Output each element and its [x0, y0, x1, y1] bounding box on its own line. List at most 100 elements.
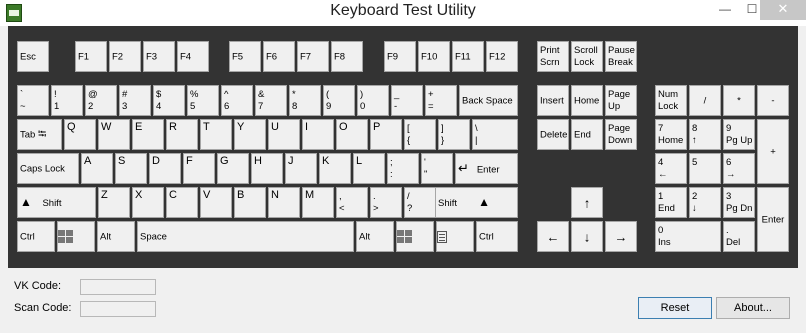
key-9[interactable]: (9	[323, 85, 355, 116]
key-caps-lock[interactable]: Caps Lock	[17, 153, 79, 184]
key-space[interactable]: Space	[137, 221, 354, 252]
key-num-1[interactable]: 1 End	[655, 187, 687, 218]
key-f6[interactable]: F6	[263, 41, 295, 72]
key-up-arrow[interactable]: ↑	[571, 187, 603, 218]
key-num-4[interactable]: 4 ←	[655, 153, 687, 184]
key-backslash[interactable]: \ |	[472, 119, 518, 150]
key-num-0[interactable]: 0 Ins	[655, 221, 721, 252]
key-f9[interactable]: F9	[384, 41, 416, 72]
key-f2[interactable]: F2	[109, 41, 141, 72]
key-right-ctrl[interactable]: Ctrl	[476, 221, 518, 252]
key-esc[interactable]: Esc	[17, 41, 49, 72]
key-g[interactable]: G	[217, 153, 249, 184]
key-p[interactable]: P	[370, 119, 402, 150]
key-right-alt[interactable]: Alt	[356, 221, 394, 252]
key-period[interactable]: . >	[370, 187, 402, 218]
key-num-multiply[interactable]: *	[723, 85, 755, 116]
key-num-enter[interactable]: Enter	[757, 187, 789, 252]
key-5[interactable]: % 5	[187, 85, 219, 116]
key-insert[interactable]: Insert	[537, 85, 569, 116]
key-f10[interactable]: F10	[418, 41, 450, 72]
key-h[interactable]: H	[251, 153, 283, 184]
key-w[interactable]: W	[98, 119, 130, 150]
key-1[interactable]: ! 1	[51, 85, 83, 116]
key-down-arrow[interactable]: ↓	[571, 221, 603, 252]
key-right-arrow[interactable]: →	[605, 221, 637, 252]
key-num-plus[interactable]: +	[757, 119, 789, 184]
key-f3[interactable]: F3	[143, 41, 175, 72]
key-backspace[interactable]: Back Space	[459, 85, 518, 116]
key-right-shift[interactable]: Shift ▲	[435, 187, 518, 218]
about-button[interactable]: About...	[716, 297, 790, 319]
key-enter[interactable]: ↵ Enter	[455, 153, 518, 184]
key-delete[interactable]: Delete	[537, 119, 569, 150]
key-c[interactable]: C	[166, 187, 198, 218]
key-n[interactable]: N	[268, 187, 300, 218]
close-button[interactable]: ✕	[760, 0, 806, 20]
key-l[interactable]: L	[353, 153, 385, 184]
key-semicolon[interactable]: ;:	[387, 153, 419, 184]
key-left-bracket[interactable]: [{	[404, 119, 436, 150]
key-f4[interactable]: F4	[177, 41, 209, 72]
key-2[interactable]: @2	[85, 85, 117, 116]
key-minus[interactable]: _ -	[391, 85, 423, 116]
key-menu[interactable]	[436, 221, 474, 252]
key-num-5[interactable]: 5	[689, 153, 721, 184]
key-quote[interactable]: ' "	[421, 153, 453, 184]
key-e[interactable]: E	[132, 119, 164, 150]
key-q[interactable]: Q	[64, 119, 96, 150]
key-left-shift[interactable]: ▲ Shift	[17, 187, 96, 218]
key-6[interactable]: ^ 6	[221, 85, 253, 116]
key-right-bracket[interactable]: ]}	[438, 119, 470, 150]
key-page-down[interactable]: Page Down	[605, 119, 637, 150]
key-num-lock[interactable]: Num Lock	[655, 85, 687, 116]
key-pause[interactable]: Pause Break	[605, 41, 637, 72]
minimize-button[interactable]: —	[712, 0, 738, 20]
key-end[interactable]: End	[571, 119, 603, 150]
key-a[interactable]: A	[81, 153, 113, 184]
key-x[interactable]: X	[132, 187, 164, 218]
key-4[interactable]: $4	[153, 85, 185, 116]
key-left-alt[interactable]: Alt	[97, 221, 135, 252]
key-scroll-lock[interactable]: Scroll Lock	[571, 41, 603, 72]
key-f11[interactable]: F11	[452, 41, 484, 72]
key-home[interactable]: Home	[571, 85, 603, 116]
key-left-ctrl[interactable]: Ctrl	[17, 221, 55, 252]
key-num-minus[interactable]: -	[757, 85, 789, 116]
key-num-8[interactable]: 8 ↑	[689, 119, 721, 150]
key-num-7[interactable]: 7 Home	[655, 119, 687, 150]
key-num-6[interactable]: 6 →	[723, 153, 755, 184]
key-f8[interactable]: F8	[331, 41, 363, 72]
key-m[interactable]: M	[302, 187, 334, 218]
key-f[interactable]: F	[183, 153, 215, 184]
key-num-2[interactable]: 2 ↓	[689, 187, 721, 218]
key-z[interactable]: Z	[98, 187, 130, 218]
key-equals[interactable]: + =	[425, 85, 457, 116]
key-tab[interactable]: Tab ⭾	[17, 119, 62, 150]
key-s[interactable]: S	[115, 153, 147, 184]
key-backtick[interactable]: ` ~	[17, 85, 49, 116]
key-y[interactable]: Y	[234, 119, 266, 150]
key-left-win[interactable]	[57, 221, 95, 252]
key-7[interactable]: & 7	[255, 85, 287, 116]
key-0[interactable]: ) 0	[357, 85, 389, 116]
key-num-divide[interactable]: /	[689, 85, 721, 116]
key-num-9[interactable]: 9 Pg Up	[723, 119, 755, 150]
key-k[interactable]: K	[319, 153, 351, 184]
key-f7[interactable]: F7	[297, 41, 329, 72]
key-8[interactable]: * 8	[289, 85, 321, 116]
key-f5[interactable]: F5	[229, 41, 261, 72]
key-num-decimal[interactable]: . Del	[723, 221, 755, 252]
key-o[interactable]: O	[336, 119, 368, 150]
key-f12[interactable]: F12	[486, 41, 518, 72]
key-f1[interactable]: F1	[75, 41, 107, 72]
key-comma[interactable]: , <	[336, 187, 368, 218]
key-left-arrow[interactable]: ←	[537, 221, 569, 252]
key-v[interactable]: V	[200, 187, 232, 218]
key-t[interactable]: T	[200, 119, 232, 150]
key-i[interactable]: I	[302, 119, 334, 150]
reset-button[interactable]: Reset	[638, 297, 712, 319]
key-j[interactable]: J	[285, 153, 317, 184]
key-r[interactable]: R	[166, 119, 198, 150]
key-b[interactable]: B	[234, 187, 266, 218]
